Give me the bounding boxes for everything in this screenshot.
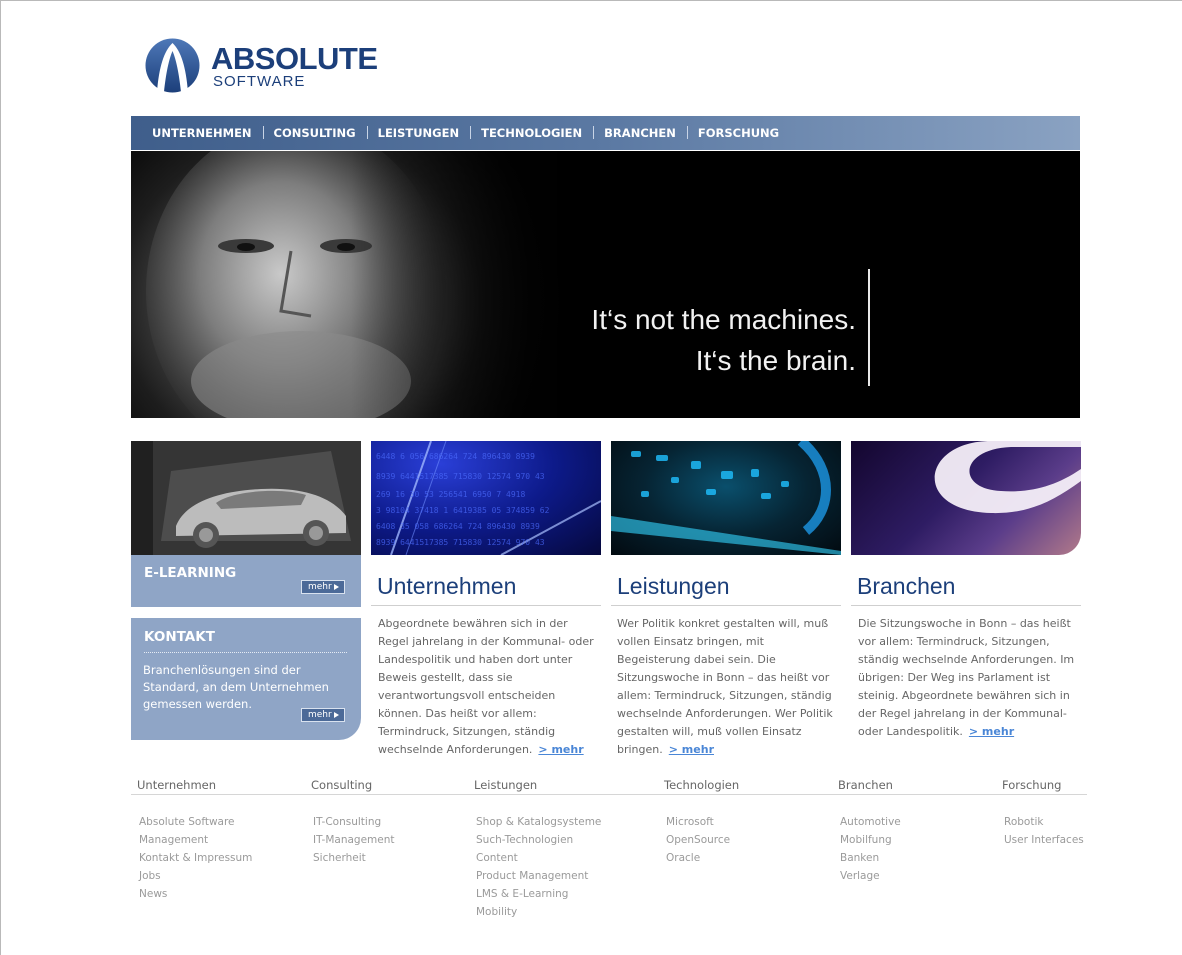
svg-text:269 16 30 53 256541 6950 7 491: 269 16 30 53 256541 6950 7 4918	[376, 490, 525, 499]
unternehmen-text: Abgeordnete bewähren sich in der Regel j…	[378, 615, 600, 759]
footer-col-branchen: Branchen Automotive Mobilfung Banken Ver…	[838, 778, 901, 885]
branchen-image[interactable]	[851, 441, 1081, 555]
footer-link[interactable]: Product Management	[476, 867, 601, 885]
footer-heading: Leistungen	[474, 778, 538, 792]
nav-item-technologien[interactable]: TECHNOLOGIEN	[470, 126, 593, 140]
branchen-body: Die Sitzungswoche in Bonn – das heißt vo…	[858, 617, 1075, 738]
footer-heading: Branchen	[838, 778, 893, 792]
branchen-rule	[851, 605, 1081, 606]
elearning-title: E-LEARNING	[144, 565, 237, 581]
unternehmen-more-link[interactable]: > mehr	[538, 743, 583, 756]
footer-link[interactable]: Verlage	[840, 867, 901, 885]
svg-text:8939 6441517385 715830 12574 9: 8939 6441517385 715830 12574 970 43	[376, 472, 545, 481]
kontakt-more-button[interactable]: mehr	[301, 708, 345, 722]
footer-link[interactable]: IT-Consulting	[313, 813, 395, 831]
elearning-panel: E-LEARNING mehr	[131, 555, 361, 607]
footer-col-unternehmen: Unternehmen Absolute Software Management…	[137, 778, 252, 903]
main-nav: UNTERNEHMEN CONSULTING LEISTUNGEN TECHNO…	[131, 116, 1080, 150]
abstract-swirl-image-icon	[934, 441, 1081, 514]
logo-title: ABSOLUTE	[211, 41, 378, 76]
unternehmen-rule	[371, 605, 601, 606]
elearning-car-image[interactable]	[131, 441, 361, 555]
svg-text:8939 6441517385 715830 12574 9: 8939 6441517385 715830 12574 970 43	[376, 538, 545, 547]
footer-link[interactable]: Content	[476, 849, 601, 867]
footer-col-consulting: Consulting IT-Consulting IT-Management S…	[311, 778, 395, 867]
kontakt-title: KONTAKT	[144, 629, 215, 645]
blue-lights-image-icon	[611, 441, 841, 555]
hero-headline-2: It‘s the brain.	[695, 345, 856, 376]
nav-item-branchen[interactable]: BRANCHEN	[593, 126, 687, 140]
hero-fade	[351, 151, 1080, 418]
footer-link[interactable]: Kontakt & Impressum	[139, 849, 252, 867]
kontakt-text: Branchenlösungen sind der Standard, an d…	[143, 663, 329, 711]
footer-heading: Technologien	[664, 778, 740, 792]
footer-link[interactable]: User Interfaces	[1004, 831, 1084, 849]
footer-heading: Unternehmen	[137, 778, 217, 792]
nav-item-unternehmen[interactable]: UNTERNEHMEN	[141, 126, 263, 140]
svg-text:6408 35 058 686264 724 896430: 6408 35 058 686264 724 896430 8939	[376, 522, 540, 531]
hero-banner: It‘s not the machines. It‘s the brain.	[131, 151, 1080, 418]
leistungen-heading: Leistungen	[617, 573, 730, 599]
branchen-more-link[interactable]: > mehr	[969, 725, 1014, 738]
unternehmen-heading: Unternehmen	[377, 573, 517, 599]
hero-divider	[868, 269, 870, 386]
footer-link[interactable]: Mobility	[476, 903, 601, 921]
branchen-heading: Branchen	[857, 573, 956, 599]
footer-link[interactable]: Oracle	[666, 849, 739, 867]
footer-link[interactable]: OpenSource	[666, 831, 739, 849]
leistungen-body: Wer Politik konkret gestalten will, muß …	[617, 617, 833, 756]
kontakt-divider	[144, 652, 347, 653]
elearning-more-label: mehr	[308, 582, 332, 592]
footer-link[interactable]: Automotive	[840, 813, 901, 831]
leistungen-rule	[611, 605, 841, 606]
footer-col-technologien: Technologien Microsoft OpenSource Oracle	[664, 778, 740, 867]
leistungen-text: Wer Politik konkret gestalten will, muß …	[617, 615, 839, 759]
footer-heading: Forschung	[1002, 778, 1062, 792]
nav-item-forschung[interactable]: FORSCHUNG	[686, 126, 790, 140]
footer-link[interactable]: IT-Management	[313, 831, 395, 849]
footer-link[interactable]: LMS & E-Learning	[476, 885, 601, 903]
elearning-more-button[interactable]: mehr	[301, 580, 345, 594]
kontakt-more-label: mehr	[308, 710, 332, 720]
arrow-right-icon	[334, 584, 339, 590]
footer-col-forschung: Forschung Robotik User Interfaces	[1002, 778, 1084, 849]
svg-text:6448 6 056 686264 724 896430 8: 6448 6 056 686264 724 896430 8939	[376, 452, 535, 461]
leistungen-image[interactable]	[611, 441, 841, 555]
digital-numbers-image-icon: 6448 6 056 686264 724 896430 8939 8939 6…	[376, 441, 601, 555]
footer-link[interactable]: Jobs	[139, 867, 252, 885]
footer-heading: Consulting	[311, 778, 373, 792]
footer-link[interactable]: Robotik	[1004, 813, 1084, 831]
kontakt-panel: KONTAKT Branchenlösungen sind der Standa…	[131, 618, 361, 740]
nav-item-leistungen[interactable]: LEISTUNGEN	[366, 126, 470, 140]
unternehmen-body: Abgeordnete bewähren sich in der Regel j…	[378, 617, 594, 756]
footer-link[interactable]: Management	[139, 831, 252, 849]
leistungen-more-link[interactable]: > mehr	[669, 743, 714, 756]
nav-item-consulting[interactable]: CONSULTING	[262, 126, 367, 140]
footer-link[interactable]: Absolute Software	[139, 813, 252, 831]
arrow-right-icon	[334, 712, 339, 718]
logo-subtitle: SOFTWARE	[213, 73, 306, 90]
logo-mark-icon	[145, 38, 200, 93]
footer-link[interactable]: Shop & Katalogsysteme	[476, 813, 601, 831]
footer-link[interactable]: News	[139, 885, 252, 903]
car-wireframe-icon	[131, 441, 361, 555]
hero-headline-1: It‘s not the machines.	[591, 304, 856, 335]
footer-link[interactable]: Banken	[840, 849, 901, 867]
footer-link[interactable]: Such-Technologien	[476, 831, 601, 849]
branchen-text: Die Sitzungswoche in Bonn – das heißt vo…	[858, 615, 1080, 741]
footer-link[interactable]: Mobilfung	[840, 831, 901, 849]
footer-link[interactable]: Sicherheit	[313, 849, 395, 867]
svg-text:3 98104 37418 1 6419385 05 374: 3 98104 37418 1 6419385 05 374859 62	[376, 506, 550, 515]
footer-link[interactable]: Microsoft	[666, 813, 739, 831]
logo[interactable]: ABSOLUTE SOFTWARE	[144, 37, 404, 97]
footer-col-leistungen: Leistungen Shop & Katalogsysteme Such-Te…	[474, 778, 601, 921]
unternehmen-image[interactable]: 6448 6 056 686264 724 896430 8939 8939 6…	[371, 441, 601, 555]
footer-divider	[131, 794, 1087, 795]
